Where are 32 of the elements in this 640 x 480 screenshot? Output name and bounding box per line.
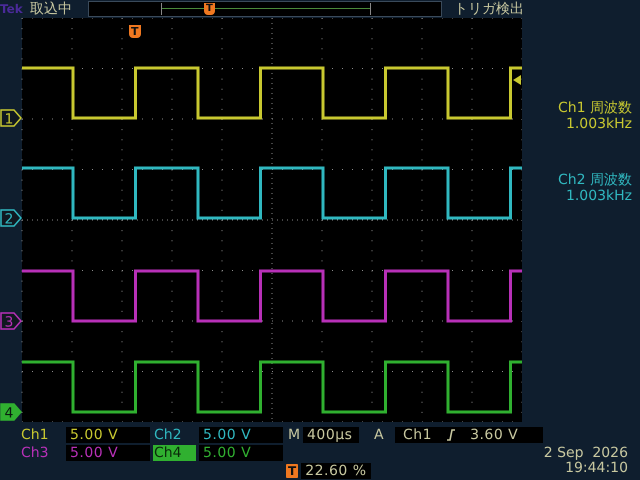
measurement-value: 1.003kHz — [566, 188, 632, 204]
trigger-position-marker: T — [129, 25, 141, 38]
trigger-position-marker: T — [204, 3, 215, 15]
channel-label: Ch4 — [153, 444, 196, 460]
timebase-label: M — [287, 426, 300, 442]
trigger-position-marker: T — [286, 464, 298, 478]
channel-scale: 5.00 V — [199, 426, 283, 442]
trigger-level-marker-icon — [513, 75, 521, 85]
trigger-source: Ch1 — [403, 426, 432, 442]
channel-marker[interactable]: 2 — [0, 209, 22, 228]
channel-scale: 5.00 V — [66, 426, 150, 442]
measurement-label: Ch1 周波数 — [558, 100, 632, 116]
channel-label: Ch3 — [20, 444, 50, 460]
channel-marker[interactable]: 4 — [0, 403, 22, 422]
trigger-level: 3.60 V — [470, 426, 518, 442]
timebase-value: 400µs — [303, 426, 359, 442]
trigger-label: A — [373, 426, 385, 442]
measurement-value: 1.003kHz — [566, 116, 632, 132]
channel-label: Ch2 — [153, 426, 183, 442]
time-text: 19:44:10 — [565, 461, 628, 476]
channel-scale: 5.00 V — [66, 444, 150, 460]
channel-marker[interactable]: 1 — [0, 109, 22, 128]
acquisition-status: 取込中 — [30, 0, 73, 18]
brand-logo: Tek — [0, 2, 24, 16]
date-text: 2 Sep 2026 — [544, 446, 628, 461]
channel-marker[interactable]: 3 — [0, 312, 22, 330]
trigger-position-value: 22.60 % — [301, 462, 372, 478]
channel-label: Ch1 — [20, 426, 50, 442]
rising-edge-icon — [446, 428, 456, 442]
trigger-status: トリガ検出 — [454, 0, 524, 18]
measurement-label: Ch2 周波数 — [558, 172, 632, 188]
channel-scale: 5.00 V — [199, 444, 283, 460]
